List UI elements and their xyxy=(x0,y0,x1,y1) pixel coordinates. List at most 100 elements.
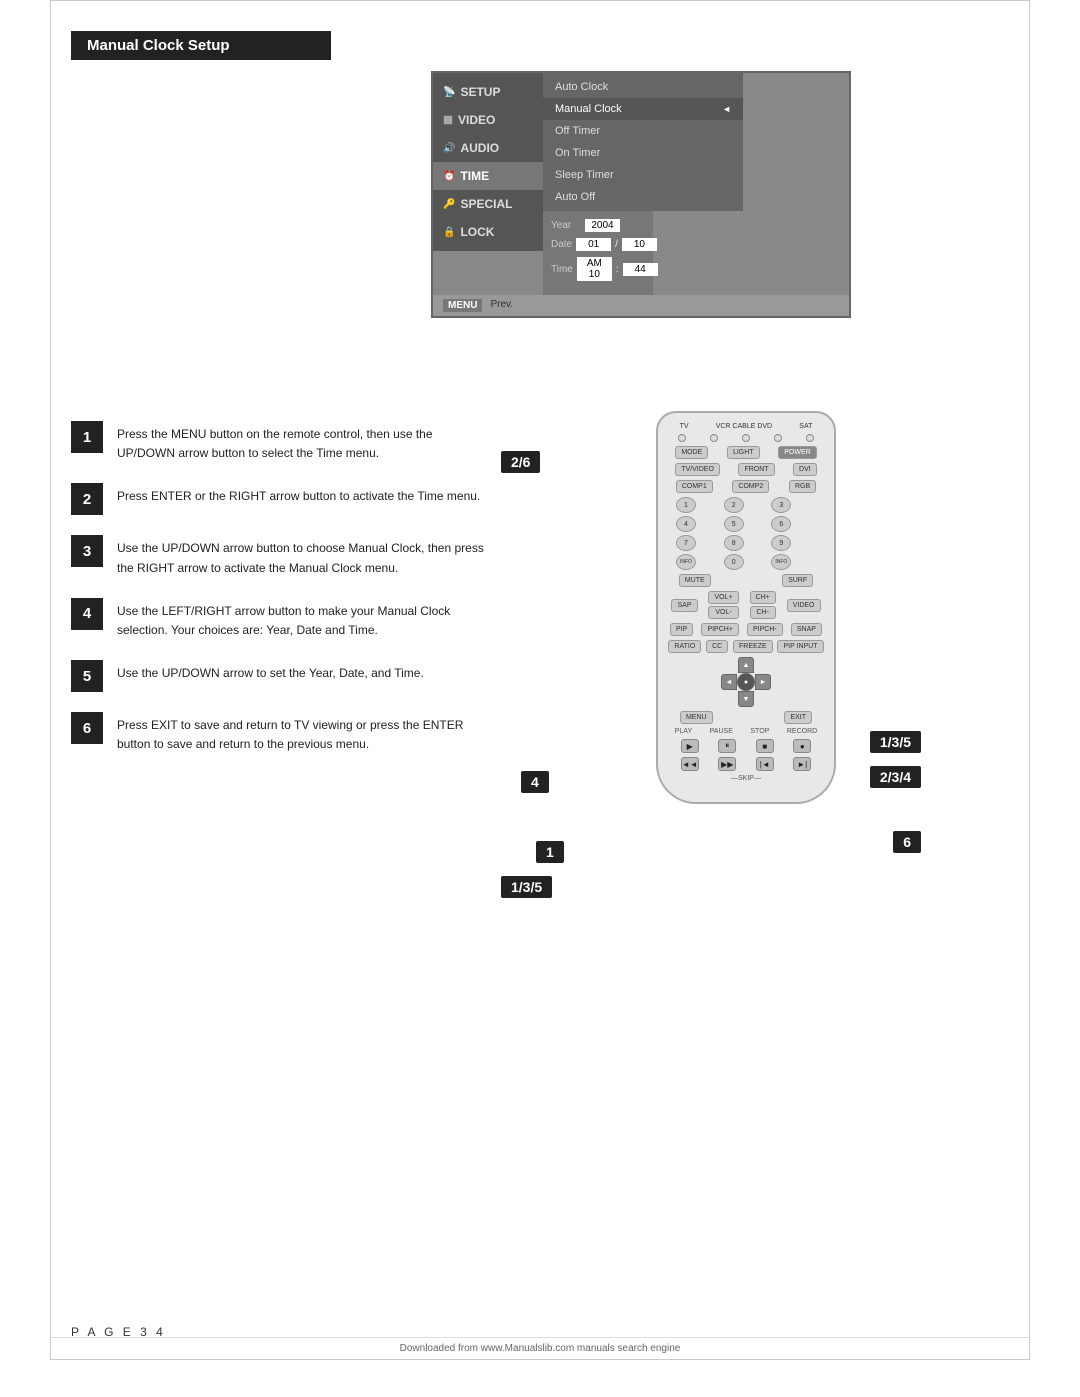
dvi-button[interactable]: DVI xyxy=(793,463,817,476)
speaker-icon: 🔊 xyxy=(443,143,455,154)
mode-light-power-row: MODE LIGHT POWER xyxy=(666,446,826,459)
nav-up-button[interactable]: ▲ xyxy=(738,657,754,673)
tvvideo-button[interactable]: TV/VIDEO xyxy=(675,463,720,476)
pip-button[interactable]: PIP xyxy=(670,623,693,636)
sap-button[interactable]: SAP xyxy=(671,599,697,612)
nav-cross: ▲ ◄ ● ► ▼ xyxy=(721,657,771,707)
menu-item-video[interactable]: VIDEO xyxy=(433,106,543,134)
nav-down-button[interactable]: ▼ xyxy=(738,691,754,707)
nav-cluster: ▲ ◄ ● ► ▼ xyxy=(666,657,826,707)
rgb-button[interactable]: RGB xyxy=(789,480,816,493)
num-info[interactable]: INFO xyxy=(676,554,696,570)
time-setting: Time AM 10 : 44 xyxy=(551,257,645,281)
pip-input-button[interactable]: PIP INPUT xyxy=(777,640,823,653)
skip-label: —SKIP— xyxy=(666,775,826,782)
ratio-button[interactable]: RATIO xyxy=(668,640,701,653)
record-button[interactable]: ● xyxy=(793,739,811,753)
step-2: 2 Press ENTER or the RIGHT arrow button … xyxy=(71,483,491,515)
num-2[interactable]: 2 xyxy=(724,497,744,513)
pipch-plus-button[interactable]: PIPCH+ xyxy=(701,623,738,636)
indicator-dvd xyxy=(774,434,782,442)
num-3[interactable]: 3 xyxy=(771,497,791,513)
menu-item-audio[interactable]: 🔊 AUDIO xyxy=(433,134,543,162)
stop-button[interactable]: ■ xyxy=(756,739,774,753)
step-3: 3 Use the UP/DOWN arrow button to choose… xyxy=(71,535,491,577)
menu-item-special[interactable]: 🔑 SPECIAL xyxy=(433,190,543,218)
menu-button-remote[interactable]: MENU xyxy=(680,711,713,724)
surf-button[interactable]: SURF xyxy=(782,574,813,587)
callout-4: 4 xyxy=(521,771,549,793)
snap-button[interactable]: SNAP xyxy=(791,623,822,636)
num-9[interactable]: 9 xyxy=(771,535,791,551)
vol-down-button[interactable]: VOL- xyxy=(708,606,738,619)
pause-button[interactable]: ⏸ xyxy=(718,739,736,753)
submenu-sleep-timer[interactable]: Sleep Timer xyxy=(543,164,743,186)
step-number-1: 1 xyxy=(71,421,103,453)
indicator-cable xyxy=(742,434,750,442)
power-button[interactable]: POWER xyxy=(778,446,816,459)
front-button[interactable]: FRONT xyxy=(738,463,774,476)
play-button[interactable]: ▶ xyxy=(681,739,699,753)
nav-right-button[interactable]: ► xyxy=(755,674,771,690)
date-setting: Date 01 / 10 xyxy=(551,238,645,251)
menu-item-time[interactable]: ⏰ TIME xyxy=(433,162,543,190)
indicator-vcr xyxy=(710,434,718,442)
menu-button[interactable]: MENU xyxy=(443,299,482,312)
pip-row: PIP PIPCH+ PIPCH- SNAP xyxy=(666,623,826,636)
submenu-auto-off[interactable]: Auto Off xyxy=(543,186,743,208)
mute-button[interactable]: MUTE xyxy=(679,574,711,587)
remote-body: TV VCR CABLE DVD SAT MODE LIGHT POWER xyxy=(656,411,836,804)
ff-button[interactable]: ▶▶ xyxy=(718,757,736,771)
nav-enter-button[interactable]: ● xyxy=(737,673,755,691)
num-0[interactable]: 0 xyxy=(724,554,744,570)
callout-1-3-5-right: 1/3/5 xyxy=(870,731,921,753)
comp2-button[interactable]: COMP2 xyxy=(732,480,769,493)
submenu-on-timer[interactable]: On Timer xyxy=(543,142,743,164)
submenu-auto-clock[interactable]: Auto Clock xyxy=(543,76,743,98)
comp1-button[interactable]: COMP1 xyxy=(676,480,713,493)
callout-1-3-5-bottom: 1/3/5 xyxy=(501,876,552,898)
step-6: 6 Press EXIT to save and return to TV vi… xyxy=(71,712,491,754)
submenu-manual-clock[interactable]: Manual Clock ◄ xyxy=(543,98,743,120)
ch-up-button[interactable]: CH+ xyxy=(750,591,776,604)
num-4[interactable]: 4 xyxy=(676,516,696,532)
func-row: RATIO CC FREEZE PIP INPUT xyxy=(666,640,826,653)
pipch-minus-button[interactable]: PIPCH- xyxy=(747,623,783,636)
nav-left-button[interactable]: ◄ xyxy=(721,674,737,690)
rew-ff-row: ◄◄ ▶▶ |◄ ►| xyxy=(671,757,821,771)
playback-row: ▶ ⏸ ■ ● xyxy=(671,739,821,753)
antenna-icon: 📡 xyxy=(443,87,455,98)
freeze-button[interactable]: FREEZE xyxy=(733,640,773,653)
tv-menu-left: 📡 SETUP VIDEO 🔊 AUDIO ⏰ TIME 🔑 SPECIAL 🔒 xyxy=(433,73,543,251)
menu-item-setup[interactable]: 📡 SETUP xyxy=(433,78,543,106)
num-7[interactable]: 7 xyxy=(676,535,696,551)
light-button[interactable]: LIGHT xyxy=(727,446,760,459)
ch-down-button[interactable]: CH- xyxy=(750,606,776,619)
tv-menu-screenshot: 📡 SETUP VIDEO 🔊 AUDIO ⏰ TIME 🔑 SPECIAL 🔒 xyxy=(431,71,851,318)
next-button[interactable]: ►| xyxy=(793,757,811,771)
remote-indicator-dots xyxy=(666,434,826,442)
num-8[interactable]: 8 xyxy=(724,535,744,551)
num-5[interactable]: 5 xyxy=(724,516,744,532)
step-number-5: 5 xyxy=(71,660,103,692)
remote-body-wrapper: TV VCR CABLE DVD SAT MODE LIGHT POWER xyxy=(571,411,921,804)
indicator-sat xyxy=(806,434,814,442)
menu-exit-row: MENU EXIT xyxy=(666,711,826,724)
prev-button[interactable]: |◄ xyxy=(756,757,774,771)
step-text-4: Use the LEFT/RIGHT arrow button to make … xyxy=(117,598,491,640)
video-button[interactable]: VIDEO xyxy=(787,599,821,612)
vol-ch-row: SAP VOL+ VOL- CH+ CH- VIDEO xyxy=(666,591,826,619)
num-1[interactable]: 1 xyxy=(676,497,696,513)
year-setting: Year 2004 xyxy=(551,219,645,232)
num-extra[interactable]: INFO xyxy=(771,554,791,570)
mode-button[interactable]: MODE xyxy=(675,446,708,459)
submenu-off-timer[interactable]: Off Timer xyxy=(543,120,743,142)
rew-button[interactable]: ◄◄ xyxy=(681,757,699,771)
cc-button[interactable]: CC xyxy=(706,640,728,653)
menu-item-lock[interactable]: 🔒 LOCK xyxy=(433,218,543,246)
exit-button[interactable]: EXIT xyxy=(784,711,812,724)
number-grid: 1 2 3 4 5 6 7 8 9 INFO 0 INFO xyxy=(676,497,816,570)
vol-button[interactable]: VOL+ xyxy=(708,591,738,604)
num-6[interactable]: 6 xyxy=(771,516,791,532)
step-text-3: Use the UP/DOWN arrow button to choose M… xyxy=(117,535,491,577)
